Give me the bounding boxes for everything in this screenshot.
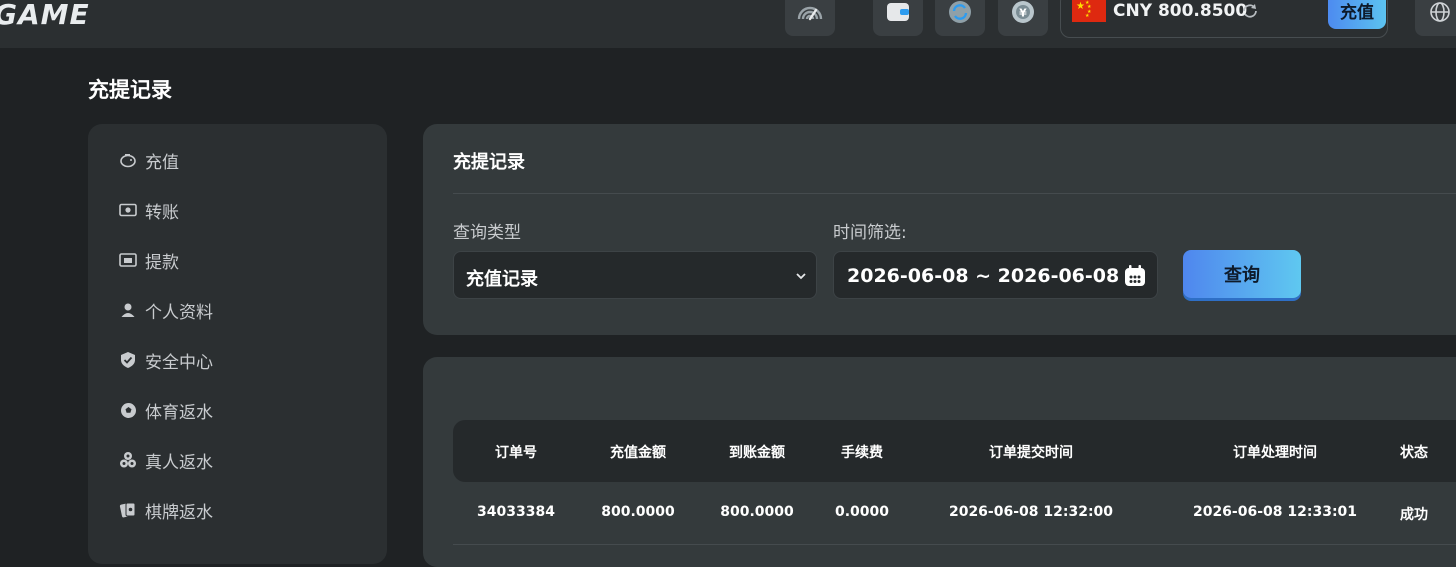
balance-currency: CNY xyxy=(1113,1,1153,21)
cell-received-amount: 800.0000 xyxy=(720,504,794,520)
money-icon xyxy=(118,200,138,220)
panel-divider xyxy=(453,193,1456,194)
sidebar-item-live-rebate[interactable]: 真人返水 xyxy=(118,448,213,473)
svg-text:¥: ¥ xyxy=(1019,7,1027,20)
sidebar-item-withdraw[interactable]: 提款 xyxy=(118,248,179,273)
cell-status: 成功 xyxy=(1400,507,1428,523)
shield-icon xyxy=(118,350,138,370)
column-header: 订单号 xyxy=(495,445,537,461)
cell-order-number: 34033384 xyxy=(477,504,555,520)
table-row: 34033384 800.0000 800.0000 0.0000 2026-0… xyxy=(453,482,1456,544)
speed-button[interactable] xyxy=(785,0,835,36)
cell-submit-time: 2026-06-08 12:32:00 xyxy=(948,504,1114,520)
row-divider xyxy=(453,544,1456,545)
balance-amount: 800.8500 xyxy=(1157,1,1248,21)
chevron-down-icon xyxy=(794,268,808,287)
cell-fee: 0.0000 xyxy=(834,504,890,520)
column-header: 状态 xyxy=(1400,445,1428,461)
china-flag-icon: ★ ★ ★ ★ ★ xyxy=(1072,0,1106,22)
sidebar-item-deposit[interactable]: 充值 xyxy=(118,148,179,173)
cell-deposit-amount: 800.0000 xyxy=(601,504,675,520)
date-range-picker[interactable]: 2026-06-08 ~ 2026-06-08 xyxy=(833,251,1158,299)
page-title: 充提记录 xyxy=(88,78,172,102)
sidebar-item-cards-rebate[interactable]: 棋牌返水 xyxy=(118,498,213,523)
wallet-icon xyxy=(885,0,911,28)
balance-display: CNY 800.8500 xyxy=(1113,1,1247,21)
piggy-bank-icon xyxy=(118,150,138,170)
records-panel: 订单号 充值金额 到账金额 手续费 订单提交时间 订单处理时间 状态 34033… xyxy=(423,357,1456,567)
column-header: 订单处理时间 xyxy=(1233,445,1317,461)
query-type-value: 充值记录 xyxy=(466,269,538,290)
balance-box: ★ ★ ★ ★ ★ CNY 800.8500 充值 xyxy=(1060,0,1388,38)
top-header: GAME ¥ ★ ★ ★ ★ ★ CNY 800.8500 充值 xyxy=(0,0,1456,48)
sidebar-item-label: 安全中心 xyxy=(145,352,213,373)
column-header: 到账金额 xyxy=(729,445,785,461)
yen-button[interactable]: ¥ xyxy=(998,0,1048,36)
recharge-button[interactable]: 充值 xyxy=(1328,0,1386,29)
column-header: 订单提交时间 xyxy=(989,445,1073,461)
globe-icon xyxy=(1428,0,1452,28)
wallet-button[interactable] xyxy=(873,0,923,36)
language-button[interactable] xyxy=(1415,0,1456,36)
column-header: 手续费 xyxy=(841,445,883,461)
sidebar-item-security[interactable]: 安全中心 xyxy=(118,348,213,373)
sidebar-item-label: 个人资料 xyxy=(145,302,213,323)
sidebar-item-label: 体育返水 xyxy=(145,402,213,423)
calendar-icon[interactable] xyxy=(1123,264,1147,292)
query-button[interactable]: 查询 xyxy=(1183,250,1301,298)
refresh-balance-icon[interactable] xyxy=(1241,2,1259,24)
sidebar-item-label: 转账 xyxy=(145,202,179,223)
column-header: 充值金额 xyxy=(610,445,666,461)
sidebar-item-transfer[interactable]: 转账 xyxy=(118,198,179,223)
date-range-value: 2026-06-08 ~ 2026-06-08 xyxy=(847,265,1120,287)
query-type-select[interactable]: 充值记录 xyxy=(453,251,817,299)
cell-process-time: 2026-06-08 12:33:01 xyxy=(1192,504,1358,520)
time-filter-label: 时间筛选: xyxy=(833,223,907,243)
soccer-ball-icon xyxy=(118,400,138,420)
speed-icon xyxy=(795,1,825,27)
user-icon xyxy=(118,300,138,320)
refresh-icon xyxy=(947,0,973,29)
sidebar-item-label: 真人返水 xyxy=(145,452,213,473)
refresh-button[interactable] xyxy=(935,0,985,36)
yen-coin-icon: ¥ xyxy=(1010,0,1036,29)
sidebar-item-sports-rebate[interactable]: 体育返水 xyxy=(118,398,213,423)
sidebar-item-label: 充值 xyxy=(145,152,179,173)
cash-out-icon xyxy=(118,250,138,270)
sidebar-item-label: 棋牌返水 xyxy=(145,502,213,523)
site-logo[interactable]: GAME xyxy=(0,0,90,31)
table-header: 订单号 充值金额 到账金额 手续费 订单提交时间 订单处理时间 状态 xyxy=(453,420,1456,482)
filter-panel: 充提记录 查询类型 充值记录 时间筛选: 2026-06-08 ~ 2026-0… xyxy=(423,124,1456,335)
sidebar-item-label: 提款 xyxy=(145,252,179,273)
query-type-label: 查询类型 xyxy=(453,223,521,243)
cards-icon xyxy=(118,500,138,520)
sidebar-item-profile[interactable]: 个人资料 xyxy=(118,298,213,323)
chips-icon xyxy=(118,450,138,470)
sidebar: 充值 转账 提款 个人资料 安全中心 体育返水 真人返水 棋牌返水 xyxy=(88,124,387,564)
panel-title: 充提记录 xyxy=(453,152,525,173)
